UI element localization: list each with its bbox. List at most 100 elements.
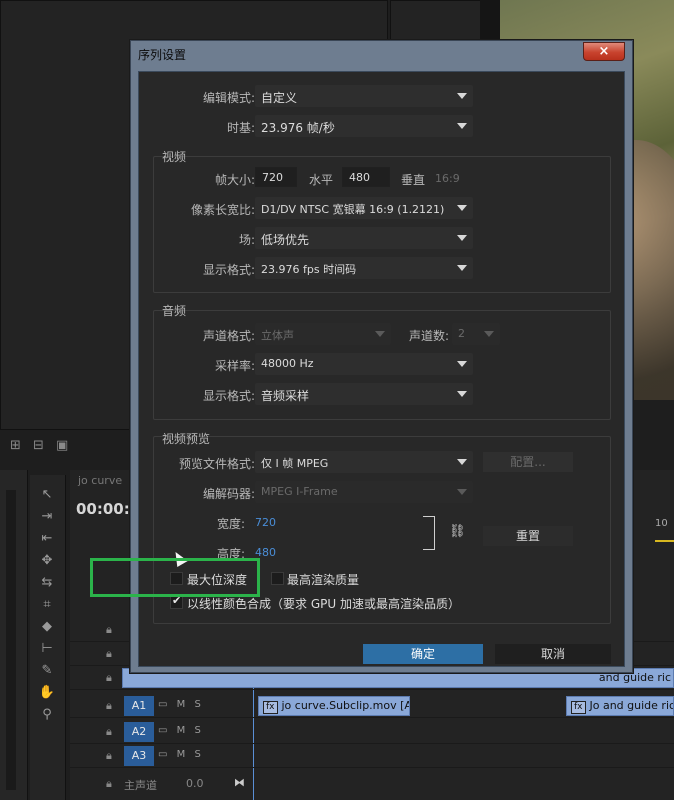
- timebase-dropdown[interactable]: 23.976 帧/秒: [255, 115, 473, 137]
- codec-value: MPEG I-Frame: [261, 485, 338, 498]
- chevron-down-icon: [457, 235, 467, 241]
- codec-dropdown[interactable]: MPEG I-Frame: [255, 481, 473, 503]
- vertical-label: 垂直: [400, 173, 425, 187]
- video-display-format-value: 23.976 fps 时间码: [261, 263, 357, 276]
- sample-rate-dropdown[interactable]: 48000 Hz: [255, 353, 473, 375]
- razor-tool-icon[interactable]: ⌗: [38, 597, 56, 613]
- configure-button[interactable]: 配置...: [483, 452, 573, 472]
- timeline-ruler[interactable]: 10: [655, 518, 668, 529]
- video-section-title: 视频: [162, 150, 187, 164]
- frame-width-field[interactable]: 720: [255, 167, 297, 187]
- zoom-tool-icon[interactable]: ⚲: [38, 707, 56, 723]
- sample-rate-value: 48000 Hz: [261, 357, 314, 370]
- aspect-ratio-text: 16:9: [435, 172, 460, 185]
- cancel-button[interactable]: 取消: [495, 644, 611, 664]
- lock-icon[interactable]: 🔒︎: [106, 623, 112, 637]
- frame-size-label: 帧大小:: [214, 173, 255, 187]
- audio-track-a3: 🔒︎ A3 ▭ M S: [70, 744, 674, 768]
- lock-icon[interactable]: 🔒︎: [106, 749, 112, 763]
- track-mute-solo[interactable]: ▭ M S: [158, 699, 201, 710]
- fx-badge: fx: [263, 701, 278, 714]
- preview-file-format-value: 仅 I 帧 MPEG: [261, 457, 329, 470]
- slip-tool-icon[interactable]: ◆: [38, 619, 56, 635]
- fields-dropdown[interactable]: 低场优先: [255, 227, 473, 249]
- dialog-title: 序列设置: [138, 48, 187, 62]
- annotation-highlight-box: [90, 558, 260, 597]
- work-area-bar: [655, 540, 674, 542]
- edit-mode-label: 编辑模式:: [202, 91, 255, 105]
- channel-format-label: 声道格式:: [202, 329, 255, 343]
- lock-icon[interactable]: 🔒︎: [106, 699, 112, 713]
- master-track: 🔒︎ 主声道 0.0 ⧓: [70, 772, 674, 798]
- fx-badge: fx: [571, 701, 586, 714]
- close-button[interactable]: ×: [583, 42, 625, 61]
- linear-color-checkbox[interactable]: [170, 594, 183, 609]
- audio-clip[interactable]: fx Jo and guide ric: [566, 696, 674, 716]
- ripple-edit-tool-icon[interactable]: ⇤: [38, 531, 56, 547]
- master-track-level[interactable]: 0.0: [186, 777, 204, 790]
- link-icon[interactable]: ⛓: [449, 524, 466, 539]
- chevron-down-icon: [457, 489, 467, 495]
- reset-button[interactable]: 重置: [483, 526, 573, 546]
- constrain-bracket: [423, 516, 435, 550]
- channels-dropdown[interactable]: 2: [452, 323, 500, 345]
- sample-rate-label: 采样率:: [214, 359, 255, 373]
- project-panel-strip: [0, 470, 28, 800]
- track-mute-solo[interactable]: ▭ M S: [158, 725, 201, 736]
- track-target-a1[interactable]: A1: [124, 696, 154, 716]
- master-nav-icon[interactable]: ⧓: [234, 776, 245, 789]
- video-preview-section-title: 视频预览: [162, 432, 211, 446]
- lock-icon[interactable]: 🔒︎: [106, 671, 112, 685]
- close-icon: ×: [598, 44, 610, 59]
- max-render-quality-checkbox[interactable]: [271, 572, 284, 585]
- chevron-down-icon: [457, 93, 467, 99]
- audio-section-title: 音频: [162, 304, 187, 318]
- chevron-down-icon: [457, 391, 467, 397]
- lock-icon[interactable]: 🔒︎: [106, 647, 112, 661]
- track-target-a3[interactable]: A3: [124, 746, 154, 766]
- timeline-tab[interactable]: jo curve: [78, 474, 122, 487]
- chevron-down-icon: [457, 265, 467, 271]
- monitor-button-bar[interactable]: ⊞ ⊟ ▣: [10, 438, 68, 453]
- audio-display-format-label: 显示格式:: [202, 389, 255, 403]
- codec-label: 编解码器:: [202, 487, 255, 501]
- lock-icon[interactable]: 🔒︎: [106, 725, 112, 739]
- ok-button[interactable]: 确定: [363, 644, 483, 664]
- frame-height-field[interactable]: 480: [342, 167, 390, 187]
- fields-value: 低场优先: [261, 233, 310, 247]
- edit-mode-value: 自定义: [261, 91, 298, 105]
- chevron-down-icon: [457, 123, 467, 129]
- pixel-aspect-dropdown[interactable]: D1/DV NTSC 宽银幕 16:9 (1.2121): [255, 197, 473, 219]
- channel-format-value: 立体声: [261, 329, 294, 342]
- chevron-down-icon: [457, 205, 467, 211]
- rolling-edit-tool-icon[interactable]: ✥: [38, 553, 56, 569]
- rate-stretch-tool-icon[interactable]: ⇆: [38, 575, 56, 591]
- video-display-format-dropdown[interactable]: 23.976 fps 时间码: [255, 257, 473, 279]
- timebase-value: 23.976 帧/秒: [261, 121, 335, 135]
- max-render-quality-label: 最高渲染质量: [287, 573, 360, 587]
- audio-track-a1: 🔒︎ A1 ▭ M S fx jo curve.Subclip.mov [A] f…: [70, 694, 674, 718]
- edit-mode-dropdown[interactable]: 自定义: [255, 85, 473, 107]
- audio-display-format-value: 音频采样: [261, 389, 310, 403]
- timebase-label: 时基:: [226, 121, 255, 135]
- channel-format-dropdown[interactable]: 立体声: [255, 323, 391, 345]
- dialog-titlebar[interactable]: 序列设置 ×: [131, 41, 632, 65]
- preview-file-format-label: 预览文件格式:: [178, 457, 255, 471]
- slide-tool-icon[interactable]: ⊢: [38, 641, 56, 657]
- horizontal-label: 水平: [308, 173, 333, 187]
- hand-tool-icon[interactable]: ✋: [38, 685, 56, 701]
- pen-tool-icon[interactable]: ✎: [38, 663, 56, 679]
- preview-width-label: 宽度:: [216, 517, 245, 531]
- audio-clip[interactable]: fx jo curve.Subclip.mov [A]: [258, 696, 410, 716]
- audio-track-a2: 🔒︎ A2 ▭ M S: [70, 720, 674, 744]
- selection-tool-icon[interactable]: ↖: [38, 487, 56, 503]
- track-mute-solo[interactable]: ▭ M S: [158, 749, 201, 760]
- chevron-down-icon: [457, 361, 467, 367]
- lock-icon[interactable]: 🔒︎: [106, 777, 112, 791]
- track-select-tool-icon[interactable]: ⇥: [38, 509, 56, 525]
- audio-display-format-dropdown[interactable]: 音频采样: [255, 383, 473, 405]
- fields-label: 场:: [238, 233, 255, 247]
- preview-width-value[interactable]: 720: [255, 516, 276, 529]
- track-target-a2[interactable]: A2: [124, 722, 154, 742]
- preview-file-format-dropdown[interactable]: 仅 I 帧 MPEG: [255, 451, 473, 473]
